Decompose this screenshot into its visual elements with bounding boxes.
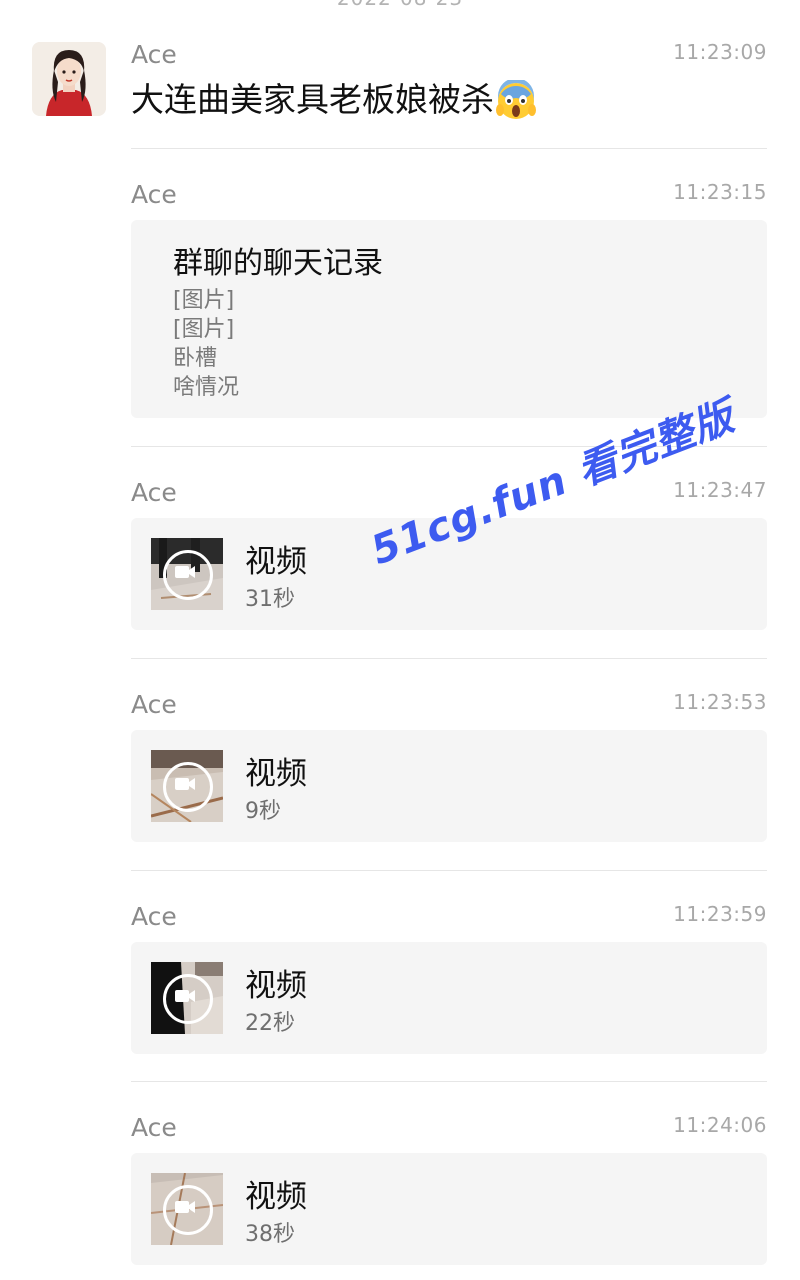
- video-label: 视频: [245, 1179, 307, 1215]
- message-time: 11:23:53: [673, 690, 767, 714]
- message-time: 11:24:06: [673, 1113, 767, 1137]
- chat-record-card[interactable]: 群聊的聊天记录 [图片] [图片] 卧槽 啥情况: [131, 220, 767, 418]
- video-thumbnail[interactable]: [151, 750, 223, 822]
- avatar[interactable]: [32, 42, 106, 116]
- message-time: 11:23:15: [673, 180, 767, 204]
- message-item[interactable]: Ace 11:24:06 视频 38秒: [131, 1111, 767, 1266]
- date-header: 2022-08-23: [0, 0, 800, 10]
- video-duration: 31秒: [245, 587, 295, 612]
- sender-name: Ace: [131, 478, 177, 507]
- video-camera-icon: [163, 1185, 213, 1235]
- video-label: 视频: [245, 756, 307, 792]
- screaming-face-emoji-icon: [496, 78, 536, 120]
- sender-name: Ace: [131, 1113, 177, 1142]
- chat-record-line: [图片]: [173, 288, 235, 313]
- video-camera-icon: [163, 974, 213, 1024]
- video-card[interactable]: 视频 22秒: [131, 942, 767, 1054]
- video-duration: 22秒: [245, 1011, 295, 1036]
- video-card[interactable]: 视频 9秒: [131, 730, 767, 842]
- video-thumbnail[interactable]: [151, 538, 223, 610]
- divider: [131, 870, 767, 871]
- divider: [131, 1081, 767, 1082]
- message-item[interactable]: Ace 11:23:09 大连曲美家具老板娘被杀: [131, 38, 767, 120]
- video-card[interactable]: 视频 38秒: [131, 1153, 767, 1265]
- sender-name: Ace: [131, 40, 177, 69]
- video-label: 视频: [245, 544, 307, 580]
- chat-record-line: 卧槽: [173, 346, 218, 371]
- video-label: 视频: [245, 968, 307, 1004]
- message-item[interactable]: Ace 11:23:53 视频 9秒: [131, 688, 767, 843]
- message-time: 11:23:47: [673, 478, 767, 502]
- message-time: 11:23:09: [673, 40, 767, 64]
- chat-record-line: 啥情况: [173, 375, 240, 400]
- chat-record-line: [图片]: [173, 317, 235, 342]
- video-camera-icon: [163, 762, 213, 812]
- message-time: 11:23:59: [673, 902, 767, 926]
- video-duration: 9秒: [245, 799, 281, 824]
- divider: [131, 148, 767, 149]
- message-item[interactable]: Ace 11:23:59 视频 22秒: [131, 900, 767, 1055]
- sender-name: Ace: [131, 902, 177, 931]
- video-camera-icon: [163, 550, 213, 600]
- video-thumbnail[interactable]: [151, 962, 223, 1034]
- divider: [131, 658, 767, 659]
- message-text: 大连曲美家具老板娘被杀: [131, 78, 536, 120]
- sender-name: Ace: [131, 690, 177, 719]
- message-item[interactable]: Ace 11:23:15 群聊的聊天记录 [图片] [图片] 卧槽 啥情况: [131, 178, 767, 418]
- video-duration: 38秒: [245, 1222, 295, 1247]
- sender-name: Ace: [131, 180, 177, 209]
- chat-record-title: 群聊的聊天记录: [173, 246, 383, 281]
- message-text-content: 大连曲美家具老板娘被杀: [131, 80, 494, 119]
- video-thumbnail[interactable]: [151, 1173, 223, 1245]
